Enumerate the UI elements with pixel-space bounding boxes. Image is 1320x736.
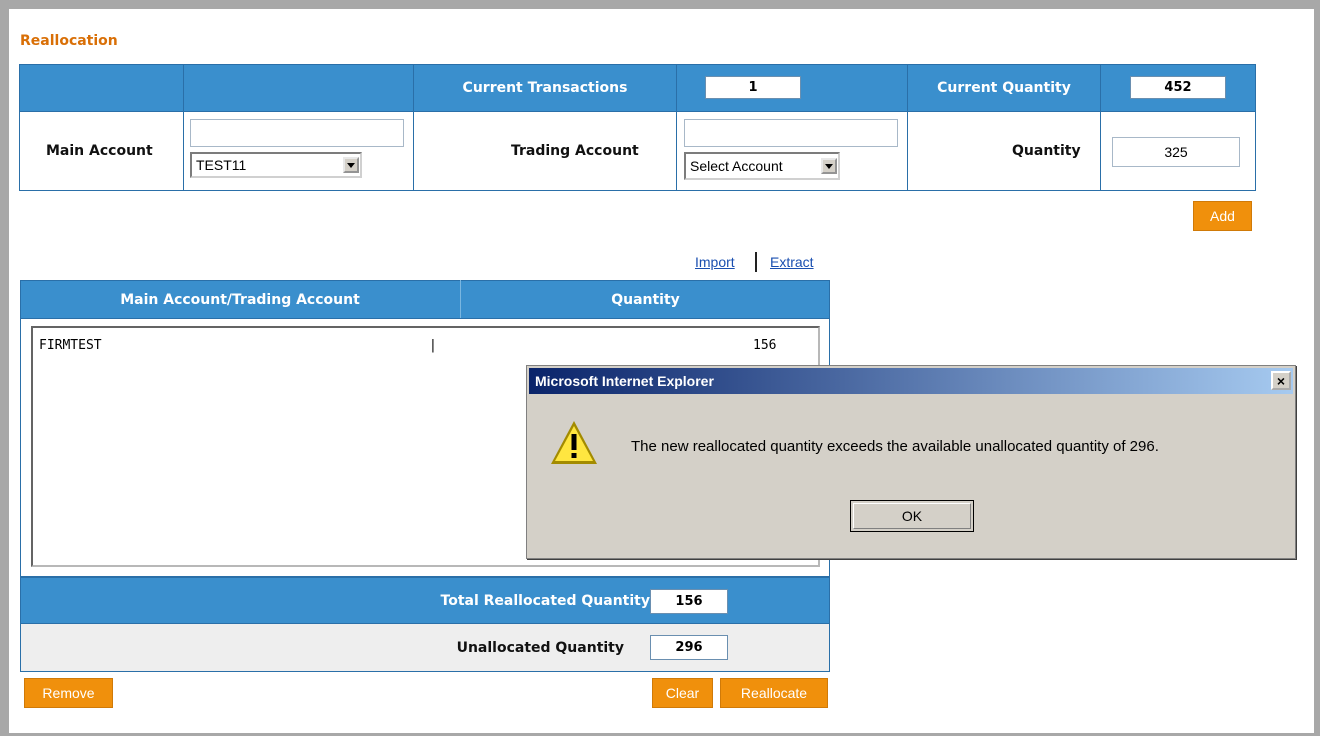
header-divider: [183, 64, 184, 112]
main-account-input[interactable]: [190, 119, 404, 147]
dialog-message: The new reallocated quantity exceeds the…: [631, 438, 1159, 455]
form-divider: [1100, 111, 1101, 191]
alert-dialog: Microsoft Internet Explorer × The new re…: [526, 365, 1296, 559]
import-link[interactable]: Import: [695, 254, 735, 270]
remove-button[interactable]: Remove: [24, 678, 113, 708]
section-title: Reallocation: [20, 33, 118, 49]
quantity-input[interactable]: 325: [1112, 137, 1240, 167]
current-transactions-label: Current Transactions: [462, 80, 628, 96]
main-account-select[interactable]: TEST11: [190, 152, 362, 178]
list-item-separator: |: [429, 338, 437, 353]
current-quantity-value: 452: [1130, 76, 1226, 99]
main-account-select-value: TEST11: [196, 157, 247, 173]
ok-button-label: OK: [901, 508, 923, 524]
clear-button[interactable]: Clear: [652, 678, 713, 708]
trading-account-label: Trading Account: [511, 143, 639, 159]
trading-account-input[interactable]: [684, 119, 898, 147]
header-divider: [1100, 64, 1101, 112]
header-divider: [676, 64, 677, 112]
add-button[interactable]: Add: [1193, 201, 1252, 231]
unallocated-label: Unallocated Quantity: [456, 639, 624, 656]
chevron-down-icon[interactable]: [821, 158, 837, 174]
extract-link[interactable]: Extract: [770, 254, 814, 270]
col-header-quantity: Quantity: [611, 291, 680, 308]
list-item-account: FIRMTEST: [39, 338, 102, 353]
dialog-title: Microsoft Internet Explorer: [535, 373, 714, 389]
main-account-label: Main Account: [46, 143, 153, 159]
warning-icon: [551, 421, 597, 464]
total-reallocated-label: Total Reallocated Quantity: [440, 592, 650, 609]
chevron-down-icon[interactable]: [343, 157, 359, 173]
form-divider: [183, 111, 184, 191]
form-divider: [676, 111, 677, 191]
current-transactions-value: 1: [705, 76, 801, 99]
form-divider: [907, 111, 908, 191]
total-reallocated-value: 156: [650, 589, 728, 614]
quantity-label: Quantity: [1012, 143, 1081, 159]
reallocate-button[interactable]: Reallocate: [720, 678, 828, 708]
list-item-quantity: 156: [753, 338, 777, 353]
unallocated-value: 296: [650, 635, 728, 660]
trading-account-select[interactable]: Select Account: [684, 152, 840, 180]
trading-account-select-value: Select Account: [690, 158, 783, 174]
ok-button[interactable]: OK: [850, 500, 974, 532]
link-separator: [755, 252, 757, 272]
list-item[interactable]: FIRMTEST | 156: [39, 338, 799, 356]
close-icon[interactable]: ×: [1271, 371, 1291, 390]
dialog-titlebar[interactable]: Microsoft Internet Explorer: [529, 368, 1293, 394]
col-header-account: Main Account/Trading Account: [120, 291, 360, 308]
form-divider: [413, 111, 414, 191]
current-quantity-label: Current Quantity: [937, 80, 1071, 96]
